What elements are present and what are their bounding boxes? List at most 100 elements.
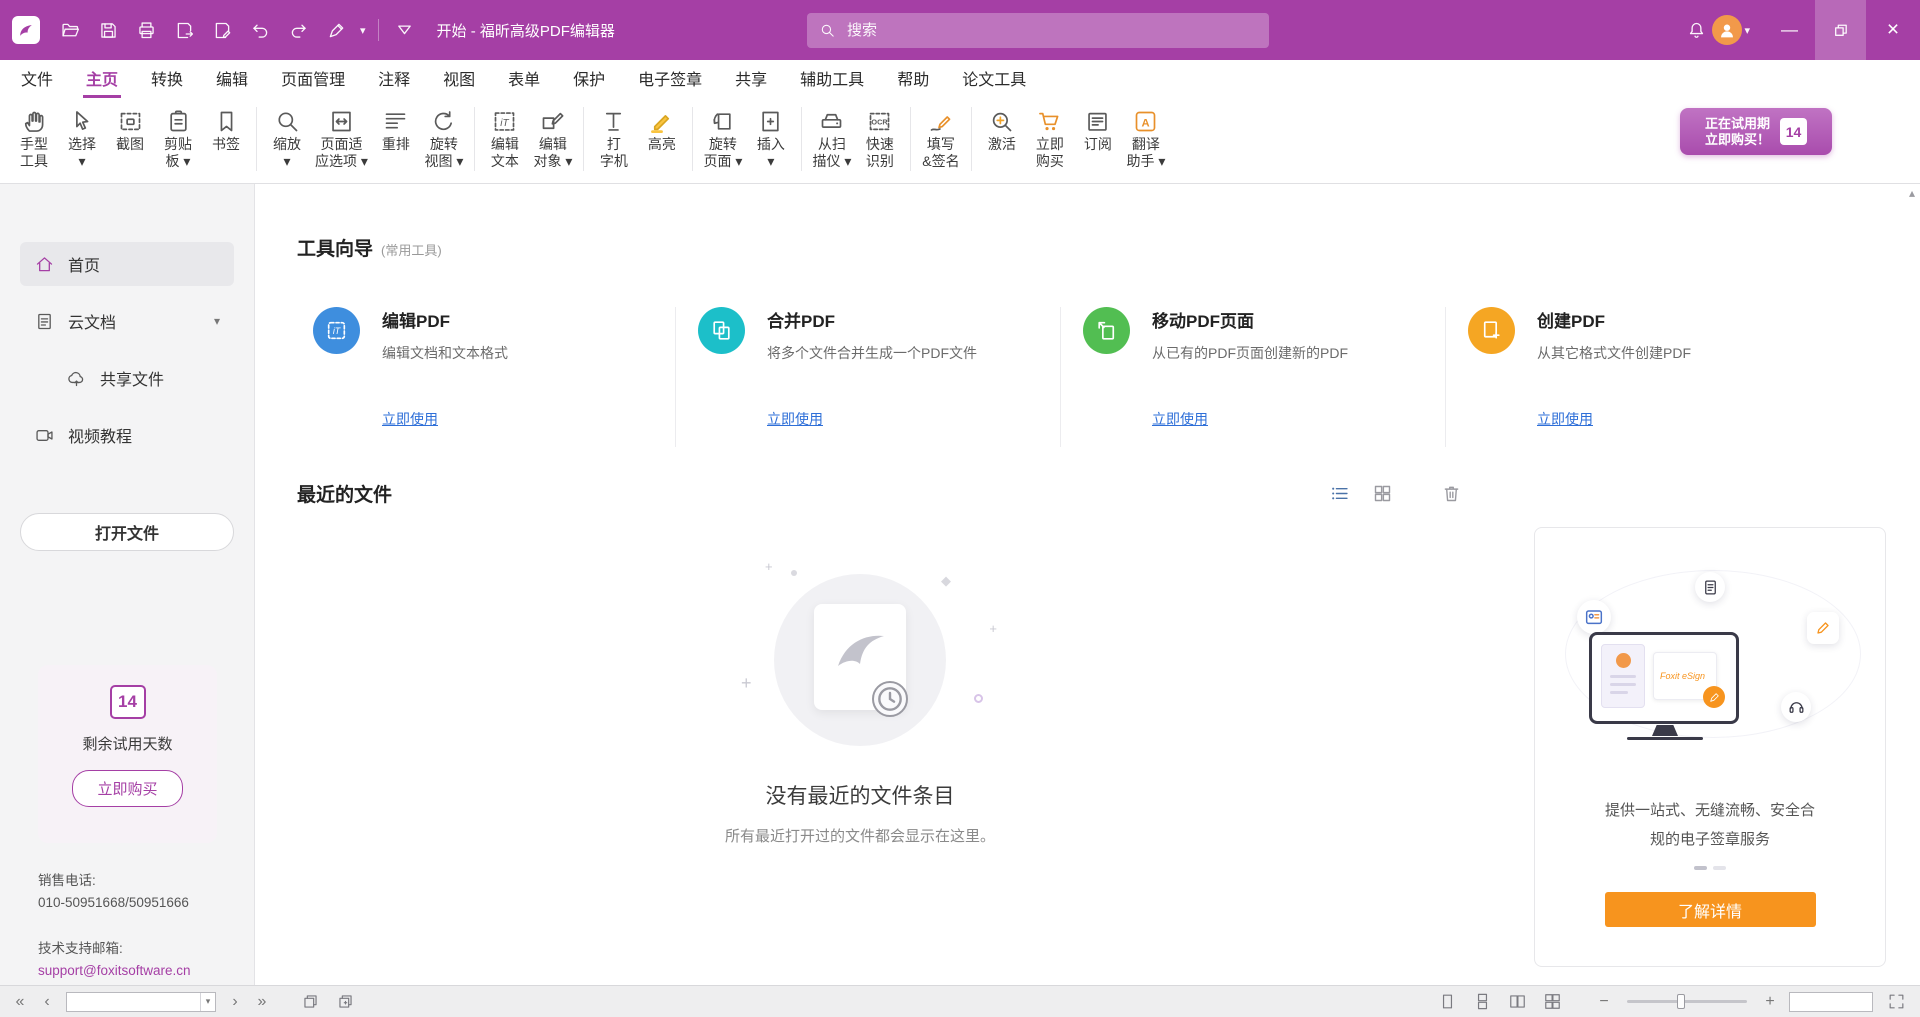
ribbon-from-scanner[interactable]: 从扫描仪 ▾ bbox=[808, 105, 856, 171]
use-now-link[interactable]: 立即使用 bbox=[1537, 409, 1593, 429]
clear-recent-trash-icon[interactable] bbox=[1438, 481, 1465, 507]
ribbon-hand-tool[interactable]: 手型工具 bbox=[10, 105, 58, 171]
edit-text-icon: iT bbox=[491, 106, 518, 136]
minimize-button[interactable]: — bbox=[1764, 0, 1815, 60]
menu-share[interactable]: 共享 bbox=[732, 60, 770, 98]
prev-page-icon[interactable]: ‹ bbox=[39, 993, 55, 1011]
use-now-link[interactable]: 立即使用 bbox=[382, 409, 438, 429]
cloud-caret-icon[interactable]: ▾ bbox=[214, 314, 220, 328]
ribbon-zoom[interactable]: 缩放▾ bbox=[263, 105, 311, 171]
clipboard-copy-icon[interactable] bbox=[333, 990, 357, 1014]
search-bar[interactable] bbox=[807, 13, 1269, 48]
bookmark-icon bbox=[213, 106, 240, 136]
menu-view[interactable]: 视图 bbox=[440, 60, 478, 98]
facing-view-icon[interactable] bbox=[1505, 990, 1529, 1014]
ribbon-ocr[interactable]: OCR 快速识别 bbox=[856, 105, 904, 171]
menu-protect[interactable]: 保护 bbox=[570, 60, 608, 98]
page-number-input[interactable] bbox=[67, 993, 200, 1011]
scrollbar-up-icon[interactable]: ▴ bbox=[1909, 186, 1915, 200]
customize-toolbar-icon[interactable] bbox=[389, 12, 421, 48]
zoom-out-icon[interactable]: − bbox=[1596, 993, 1612, 1011]
menu-form[interactable]: 表单 bbox=[505, 60, 543, 98]
clock-icon bbox=[872, 681, 908, 717]
fullscreen-icon[interactable] bbox=[1884, 990, 1908, 1014]
open-file-icon[interactable] bbox=[54, 12, 86, 48]
zoom-slider-thumb[interactable] bbox=[1677, 994, 1685, 1009]
save-icon[interactable] bbox=[92, 12, 124, 48]
create-pdf-icon bbox=[1468, 307, 1515, 354]
menu-help[interactable]: 帮助 bbox=[894, 60, 932, 98]
open-file-button[interactable]: 打开文件 bbox=[20, 513, 234, 551]
sidebar-item-video-tutorials[interactable]: 视频教程 bbox=[20, 413, 234, 457]
zoom-in-icon[interactable]: + bbox=[1762, 993, 1778, 1011]
sidebar-item-home[interactable]: 首页 bbox=[20, 242, 234, 286]
grid-view-icon[interactable] bbox=[1369, 481, 1396, 507]
account-caret-icon[interactable]: ▾ bbox=[1742, 24, 1752, 37]
use-now-link[interactable]: 立即使用 bbox=[767, 409, 823, 429]
ribbon-fill-sign[interactable]: 填写&签名 bbox=[917, 105, 965, 171]
ribbon-bookmark[interactable]: 书签 bbox=[202, 105, 250, 154]
list-view-icon[interactable] bbox=[1326, 481, 1353, 507]
zoom-slider[interactable] bbox=[1627, 1000, 1747, 1003]
next-page-icon[interactable]: › bbox=[227, 993, 243, 1011]
ribbon-edit-object[interactable]: 编辑对象 ▾ bbox=[529, 105, 577, 171]
ribbon-typewriter[interactable]: 打字机 bbox=[590, 105, 638, 171]
menu-comment[interactable]: 注释 bbox=[375, 60, 413, 98]
menu-file[interactable]: 文件 bbox=[18, 60, 56, 98]
menu-paper-tools[interactable]: 论文工具 bbox=[959, 60, 1029, 98]
menu-esign[interactable]: 电子签章 bbox=[635, 60, 705, 98]
carousel-dot[interactable] bbox=[1713, 866, 1726, 870]
notifications-bell-icon[interactable] bbox=[1680, 12, 1712, 48]
ribbon-clipboard[interactable]: 剪贴板 ▾ bbox=[154, 105, 202, 171]
print-icon[interactable] bbox=[130, 12, 162, 48]
use-now-link[interactable]: 立即使用 bbox=[1152, 409, 1208, 429]
single-page-view-icon[interactable] bbox=[1435, 990, 1459, 1014]
esign-caret-icon[interactable]: ▾ bbox=[358, 24, 368, 37]
menu-page-organize[interactable]: 页面管理 bbox=[278, 60, 348, 98]
continuous-view-icon[interactable] bbox=[1470, 990, 1494, 1014]
esign-pen-icon[interactable] bbox=[320, 12, 352, 48]
export-pdf-icon[interactable] bbox=[168, 12, 200, 48]
restore-button[interactable] bbox=[1815, 0, 1866, 60]
ribbon-reflow[interactable]: 重排 bbox=[372, 105, 420, 154]
ribbon-translate-assistant[interactable]: A 翻译助手 ▾ bbox=[1122, 105, 1170, 171]
card-title: 合并PDF bbox=[767, 307, 977, 332]
recent-files-title: 最近的文件 bbox=[297, 480, 392, 507]
close-button[interactable]: × bbox=[1866, 0, 1920, 60]
menu-edit[interactable]: 编辑 bbox=[213, 60, 251, 98]
ribbon-insert[interactable]: 插入▾ bbox=[747, 105, 795, 171]
buy-now-button[interactable]: 立即购买 bbox=[72, 770, 182, 807]
snapshot-copy-icon[interactable] bbox=[298, 990, 322, 1014]
ribbon-edit-text[interactable]: iT 编辑文本 bbox=[481, 105, 529, 171]
redo-icon[interactable] bbox=[282, 12, 314, 48]
ribbon-activate[interactable]: 激活 bbox=[978, 105, 1026, 154]
page-dropdown-icon[interactable]: ▾ bbox=[200, 993, 215, 1011]
sidebar-item-cloud-docs[interactable]: 云文档 ▾ bbox=[20, 299, 234, 343]
ribbon-rotate-view[interactable]: 旋转视图 ▾ bbox=[420, 105, 468, 171]
ribbon-snapshot[interactable]: 截图 bbox=[106, 105, 154, 154]
menu-convert[interactable]: 转换 bbox=[148, 60, 186, 98]
ribbon-highlight[interactable]: 高亮 bbox=[638, 105, 686, 154]
convert-file-icon[interactable] bbox=[206, 12, 238, 48]
first-page-icon[interactable]: « bbox=[12, 993, 28, 1011]
card-merge-pdf: 合并PDF 将多个文件合并生成一个PDF文件 立即使用 bbox=[698, 307, 1038, 429]
continuous-facing-view-icon[interactable] bbox=[1540, 990, 1564, 1014]
undo-icon[interactable] bbox=[244, 12, 276, 48]
ribbon-fit-options[interactable]: 页面适应选项 ▾ bbox=[311, 105, 372, 171]
ribbon-subscribe[interactable]: 订阅 bbox=[1074, 105, 1122, 154]
learn-more-button[interactable]: 了解详情 bbox=[1605, 892, 1816, 927]
sidebar-item-shared-files[interactable]: 共享文件 bbox=[20, 356, 234, 400]
support-email-link[interactable]: support@foxitsoftware.cn bbox=[38, 960, 191, 982]
menu-accessibility[interactable]: 辅助工具 bbox=[797, 60, 867, 98]
zoom-level-input[interactable] bbox=[1790, 993, 1872, 1011]
menu-home[interactable]: 主页 bbox=[83, 60, 121, 98]
ribbon-select[interactable]: 选择▾ bbox=[58, 105, 106, 171]
carousel-dot[interactable] bbox=[1694, 866, 1707, 870]
ribbon-rotate-pages[interactable]: 旋转页面 ▾ bbox=[699, 105, 747, 171]
trial-buy-badge[interactable]: 正在试用期 立即购买！ 14 bbox=[1680, 108, 1832, 155]
ribbon-buy-now[interactable]: 立即购买 bbox=[1026, 105, 1074, 171]
menubar: 文件 主页 转换 编辑 页面管理 注释 视图 表单 保护 电子签章 共享 辅助工… bbox=[0, 60, 1920, 98]
user-avatar[interactable] bbox=[1712, 15, 1742, 45]
last-page-icon[interactable]: » bbox=[254, 993, 270, 1011]
search-input[interactable] bbox=[845, 21, 1257, 40]
